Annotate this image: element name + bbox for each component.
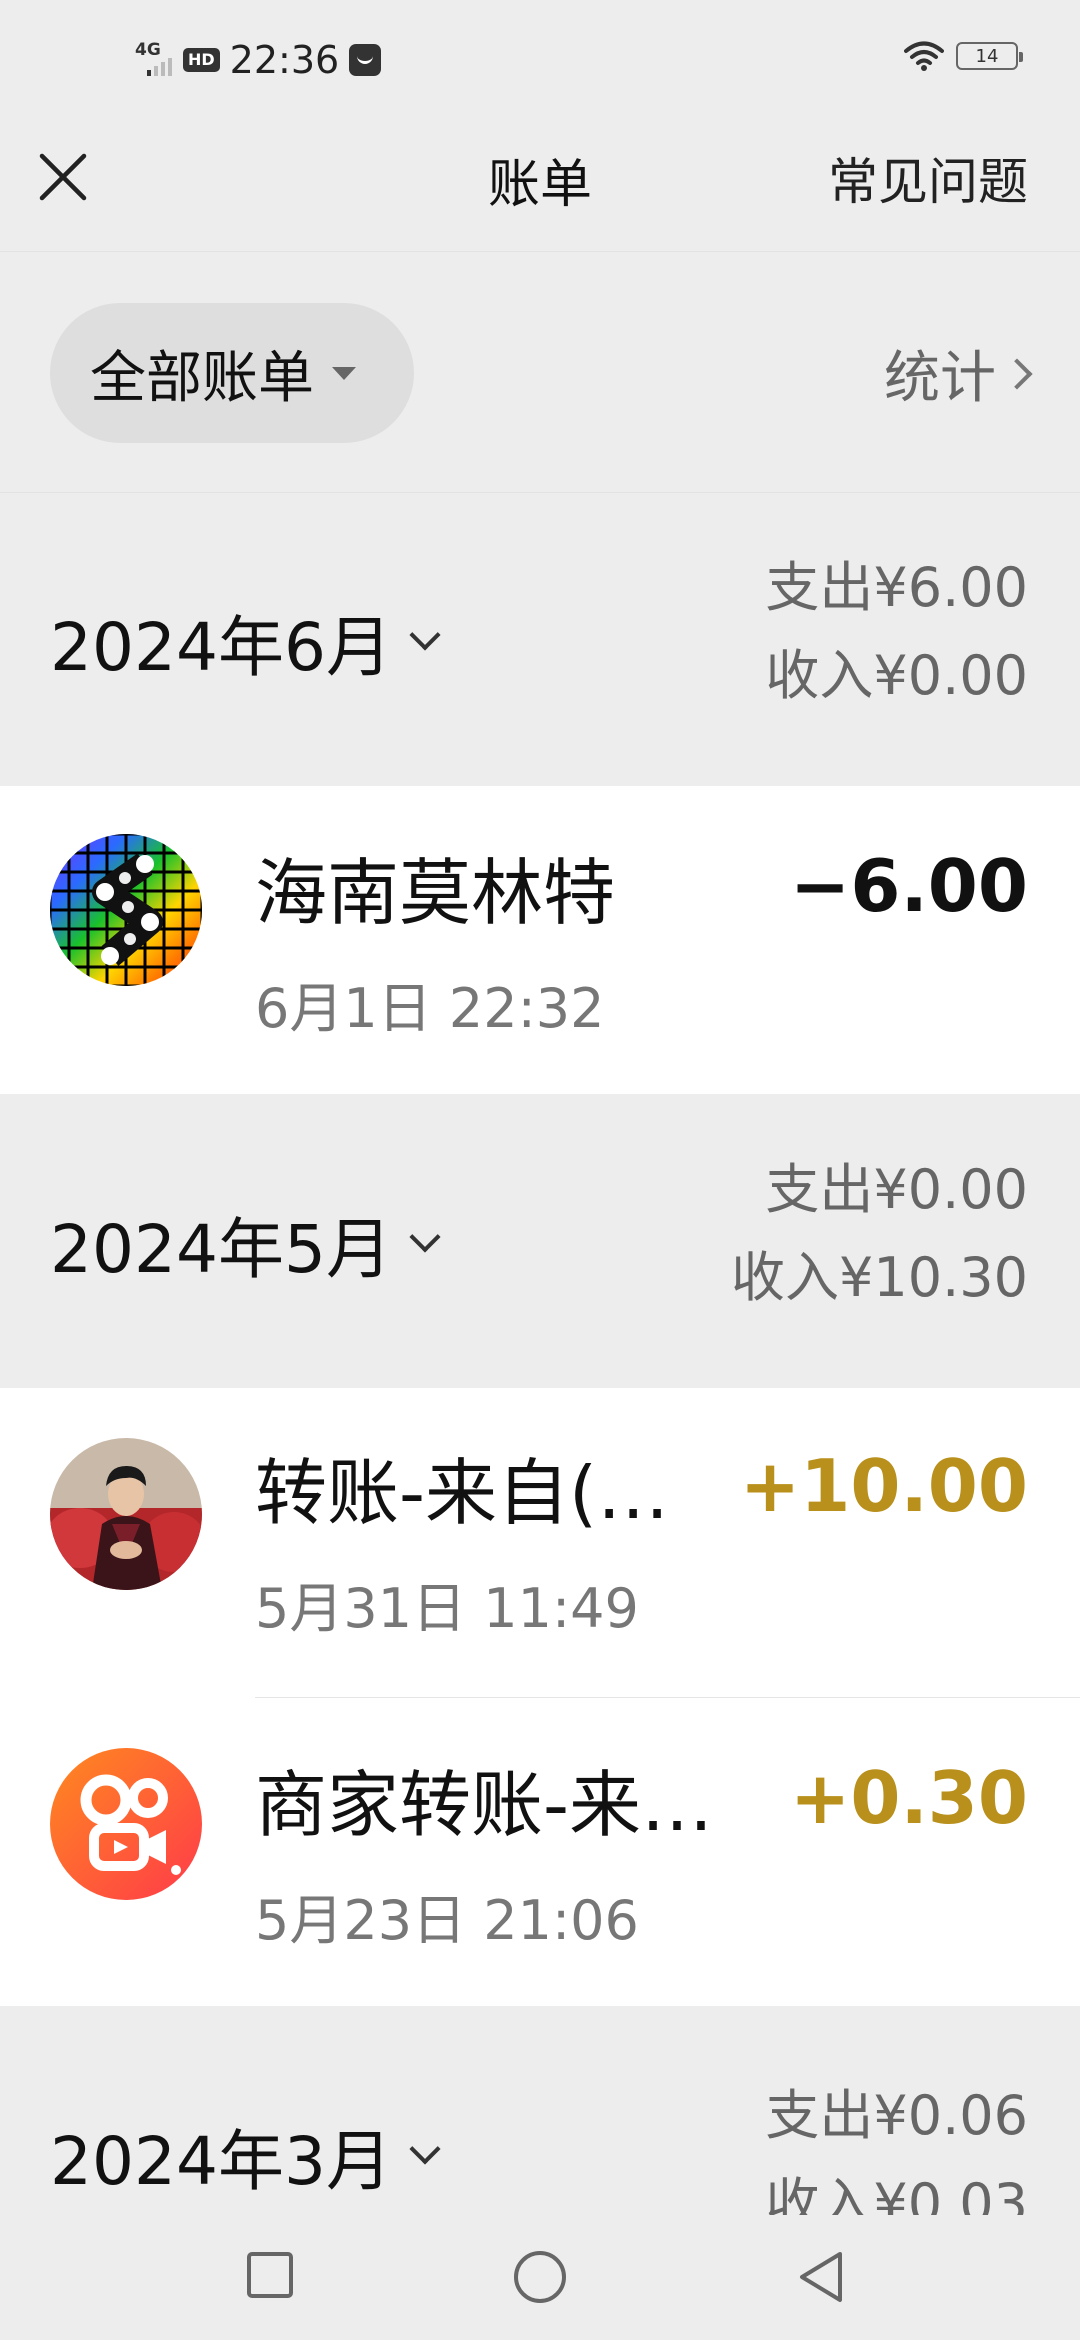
- stats-button[interactable]: 统计: [884, 333, 1033, 414]
- kuaishou-avatar: [50, 1748, 202, 1900]
- transaction-title: 海南莫林特: [255, 851, 616, 935]
- transaction-time: 5月23日 21:06: [255, 1889, 639, 1952]
- status-left: 4G HD 22:36: [135, 36, 382, 84]
- circle-icon[interactable]: [512, 2249, 568, 2305]
- wifi-icon: [904, 41, 944, 71]
- signal-icon: 4G: [135, 40, 173, 80]
- network-type: 4G: [135, 40, 161, 60]
- transaction-title: 转账-来自(…: [255, 1451, 670, 1535]
- app-notification-icon: [349, 44, 382, 76]
- month-header[interactable]: 2024年6月 支出¥6.00 收入¥0.00: [0, 494, 1080, 786]
- filter-bar: 全部账单 统计: [0, 253, 1080, 493]
- month-label: 2024年6月: [50, 609, 392, 686]
- transaction-title: 商家转账-来…: [255, 1763, 713, 1847]
- chevron-down-icon: [409, 2133, 441, 2165]
- transaction-time: 6月1日 22:32: [255, 977, 605, 1040]
- transaction-time: 5月31日 11:49: [255, 1577, 639, 1640]
- month-expense: 支出¥6.00: [765, 556, 1028, 619]
- month-income: 收入¥0.03: [765, 2172, 1028, 2215]
- month-selector[interactable]: 2024年6月: [50, 594, 441, 690]
- month-selector[interactable]: 2024年3月: [50, 2108, 441, 2204]
- month-expense: 支出¥0.06: [765, 2084, 1028, 2147]
- month-header[interactable]: 2024年3月 支出¥0.06 收入¥0.03: [0, 2008, 1080, 2215]
- stats-label: 统计: [884, 346, 996, 411]
- month-expense: 支出¥0.00: [765, 1158, 1028, 1221]
- faq-button[interactable]: 常见问题: [828, 142, 1028, 214]
- nav-bar: 账单 常见问题: [0, 120, 1080, 252]
- transaction-amount: −6.00: [790, 844, 1028, 928]
- user-avatar: [50, 1438, 202, 1590]
- merchant-avatar: [50, 834, 202, 986]
- battery-level: 14: [975, 45, 999, 67]
- transaction-amount: +0.30: [790, 1756, 1028, 1840]
- month-summary: 支出¥6.00 收入¥0.00: [765, 544, 1028, 720]
- battery-icon: 14: [956, 42, 1023, 70]
- chevron-down-icon: [409, 619, 441, 651]
- transaction-amount: +10.00: [739, 1444, 1028, 1528]
- month-summary: 支出¥0.06 收入¥0.03: [765, 2072, 1028, 2215]
- month-income: 收入¥0.00: [765, 644, 1028, 707]
- month-summary: 支出¥0.00 收入¥10.30: [731, 1146, 1028, 1322]
- month-label: 2024年5月: [50, 1211, 392, 1288]
- transaction-row[interactable]: 海南莫林特 6月1日 22:32 −6.00: [0, 786, 1080, 1094]
- hd-badge: HD: [183, 48, 220, 72]
- system-nav-bar: [0, 2215, 1080, 2340]
- filter-label: 全部账单: [90, 345, 314, 411]
- status-time: 22:36: [229, 38, 340, 82]
- month-income: 收入¥10.30: [731, 1246, 1028, 1309]
- transaction-row[interactable]: 转账-来自(… 5月31日 11:49 +10.00: [0, 1388, 1080, 1698]
- triangle-back-icon[interactable]: [796, 2249, 846, 2305]
- month-header[interactable]: 2024年5月 支出¥0.00 收入¥10.30: [0, 1096, 1080, 1388]
- transaction-row[interactable]: 商家转账-来… 5月23日 21:06 +0.30: [0, 1698, 1080, 2006]
- month-selector[interactable]: 2024年5月: [50, 1196, 441, 1292]
- caret-down-icon: [332, 366, 356, 380]
- all-bills-filter-button[interactable]: 全部账单: [50, 303, 414, 443]
- month-label: 2024年3月: [50, 2123, 392, 2200]
- square-icon[interactable]: [246, 2249, 294, 2301]
- chevron-down-icon: [409, 1221, 441, 1253]
- status-right: 14: [904, 40, 1023, 72]
- status-bar: 4G HD 22:36 14: [0, 0, 1080, 120]
- chevron-right-icon: [1001, 357, 1033, 390]
